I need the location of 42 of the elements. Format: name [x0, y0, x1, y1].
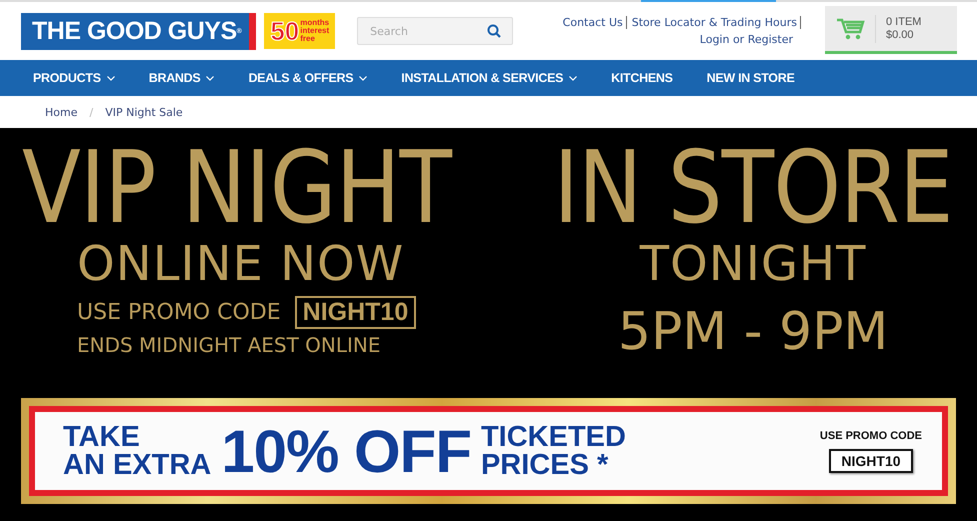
offer-text: interest: [300, 27, 330, 35]
login-link[interactable]: Login or Register: [700, 33, 793, 46]
hero-title: VIP NIGHT: [22, 138, 452, 238]
hero-subtitle: TONIGHT: [640, 238, 866, 290]
promo-code: NIGHT10: [294, 296, 416, 329]
nav-item[interactable]: KITCHENS: [611, 71, 673, 85]
hero-note: ENDS MIDNIGHT AEST ONLINE: [77, 333, 381, 357]
logo[interactable]: THE GOOD GUYS$^{®}$: [21, 12, 256, 50]
promo-label: USE PROMO CODE: [820, 430, 922, 442]
nav-item[interactable]: DEALS & OFFERS: [248, 71, 368, 85]
breadcrumb-item[interactable]: Home: [45, 106, 78, 118]
search-icon[interactable]: [487, 24, 502, 38]
discount-text: 10% OFF: [221, 416, 471, 486]
promo-label: USE PROMO CODE: [77, 300, 281, 325]
nav-item[interactable]: BRANDS: [148, 71, 214, 85]
breadcrumb-separator: /: [89, 106, 94, 118]
promo-code: NIGHT10: [829, 448, 913, 472]
offer-number: 50: [270, 16, 300, 46]
promo-text: TAKE: [63, 423, 141, 451]
chevron-down-icon: [106, 76, 115, 80]
breadcrumb-item: VIP Night Sale: [105, 106, 183, 118]
promo-text: TICKETED: [480, 423, 626, 451]
header-link[interactable]: Store Locator & Trading Hours: [632, 16, 801, 29]
nav-item[interactable]: NEW IN STORE: [706, 71, 794, 85]
chevron-down-icon: [359, 76, 368, 80]
hero-title: IN STORE: [554, 138, 953, 238]
cart-count: 0 ITEM: [886, 16, 922, 28]
promo-text: AN EXTRA: [63, 451, 212, 479]
nav-item[interactable]: PRODUCTS: [33, 71, 115, 85]
cart-icon: [837, 16, 865, 40]
offer-text: free: [300, 35, 316, 43]
nav-item[interactable]: INSTALLATION & SERVICES: [401, 71, 578, 85]
cart-button[interactable]: 0 ITEM $0.00: [825, 6, 957, 54]
header-link[interactable]: Contact Us: [562, 16, 627, 29]
store-hours: 5PM - 9PM: [618, 301, 888, 364]
hero-subtitle: ONLINE NOW: [77, 238, 404, 290]
chevron-down-icon: [569, 76, 578, 80]
cart-total: $0.00: [886, 28, 915, 42]
offer-text: months: [300, 19, 330, 27]
promo-text: PRICES *: [480, 451, 610, 479]
search-field[interactable]: Search: [357, 17, 514, 45]
chevron-down-icon: [206, 76, 214, 80]
